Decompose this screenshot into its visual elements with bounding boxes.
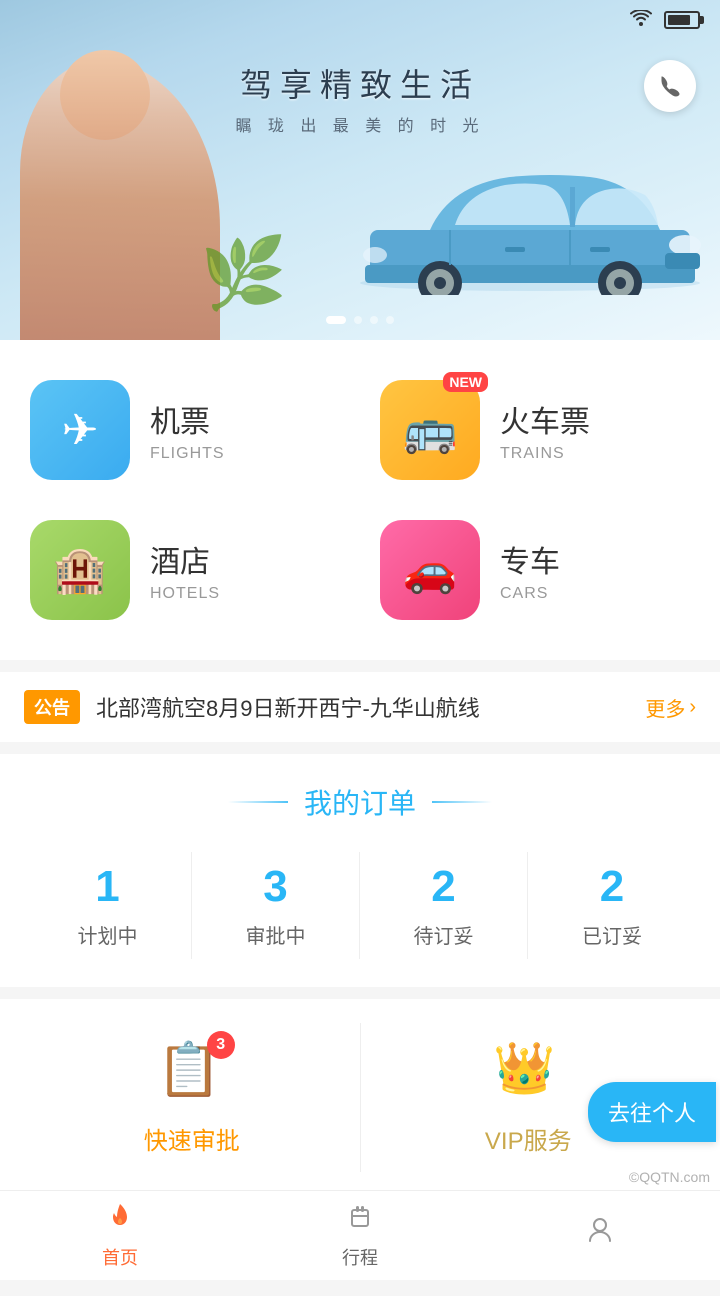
dot-4[interactable] (386, 316, 394, 324)
announcement-tag: 公告 (24, 690, 80, 724)
services-section: ✈ 机票 FLIGHTS 🚌 NEW 火车票 TRAINS 🏨 (0, 340, 720, 660)
quick-approval[interactable]: 📋 3 快速审批 (24, 1023, 360, 1172)
divider-right (432, 801, 492, 803)
hotels-label: 酒店 HOTELS (150, 537, 220, 603)
hero-text-area: 驾享精致生活 瞩 珑 出 最 美 的 时 光 (235, 60, 484, 136)
hero-title: 驾享精致生活 (235, 60, 484, 106)
order-planned-count: 1 (95, 862, 119, 912)
hotels-icon-wrap: 🏨 (30, 520, 130, 620)
service-cars[interactable]: 🚗 专车 CARS (370, 510, 700, 630)
flights-en: FLIGHTS (150, 445, 225, 463)
cars-icon-wrap: 🚗 (380, 520, 480, 620)
flights-cn: 机票 (150, 397, 225, 441)
service-hotels[interactable]: 🏨 酒店 HOTELS (20, 510, 350, 630)
dot-3[interactable] (370, 316, 378, 324)
trains-icon: 🚌 (403, 404, 458, 456)
quick-vip[interactable]: 👑 VIP服务 去往个人 (361, 1023, 697, 1172)
service-flights[interactable]: ✈ 机票 FLIGHTS (20, 370, 350, 490)
cars-icon: 🚗 (403, 544, 458, 596)
nav-home[interactable]: 首页 (0, 1191, 240, 1280)
approval-label: 快速审批 (144, 1121, 240, 1156)
flights-icon: ✈ (62, 405, 99, 456)
dot-1[interactable] (326, 316, 346, 324)
hero-subtitle: 瞩 珑 出 最 美 的 时 光 (235, 112, 484, 136)
hotels-cn: 酒店 (150, 537, 220, 581)
trips-icon (345, 1202, 375, 1240)
status-bar (0, 0, 720, 40)
order-pending-count: 2 (431, 862, 455, 912)
tree-decoration: 🌿 (200, 233, 287, 315)
order-booked-count: 2 (600, 862, 624, 912)
orders-grid: 1 计划中 3 审批中 2 待订妥 2 已订妥 (24, 852, 696, 959)
announcement-bar[interactable]: 公告 北部湾航空8月9日新开西宁-九华山航线 更多 › (0, 672, 720, 742)
section-header: 我的订单 (24, 782, 696, 822)
hotels-en: HOTELS (150, 585, 220, 603)
approval-icon-wrap: 📋 3 (157, 1039, 227, 1109)
divider-left (228, 801, 288, 803)
chevron-right-icon: › (689, 696, 696, 719)
hotels-icon: 🏨 (53, 544, 108, 596)
vip-crown-icon: 👑 (493, 1040, 555, 1096)
home-label: 首页 (102, 1244, 138, 1270)
watermark: ©QQTN.com (629, 1169, 710, 1185)
services-grid: ✈ 机票 FLIGHTS 🚌 NEW 火车票 TRAINS 🏨 (20, 370, 700, 630)
go-personal-button[interactable]: 去往个人 (588, 1082, 716, 1142)
phone-button[interactable] (644, 60, 696, 112)
announcement-more-btn[interactable]: 更多 › (645, 693, 696, 722)
order-approving-label: 审批中 (246, 920, 306, 949)
dot-2[interactable] (354, 316, 362, 324)
hero-banner: 🌿 (0, 0, 720, 340)
cars-cn: 专车 (500, 537, 560, 581)
service-trains[interactable]: 🚌 NEW 火车票 TRAINS (370, 370, 700, 490)
approval-badge: 3 (207, 1031, 235, 1059)
order-pending[interactable]: 2 待订妥 (360, 852, 528, 959)
home-icon (105, 1202, 135, 1240)
flights-label: 机票 FLIGHTS (150, 397, 225, 463)
battery-icon (664, 11, 700, 29)
order-approving-count: 3 (263, 862, 287, 912)
cars-en: CARS (500, 585, 560, 603)
car-illustration (350, 135, 710, 300)
nav-trips[interactable]: 行程 (240, 1191, 480, 1280)
order-planned[interactable]: 1 计划中 (24, 852, 192, 959)
orders-section: 我的订单 1 计划中 3 审批中 2 待订妥 2 已订妥 (0, 754, 720, 987)
nav-profile[interactable] (480, 1191, 720, 1280)
banner-dots (326, 316, 394, 324)
vip-label: VIP服务 (485, 1121, 572, 1156)
trains-cn: 火车票 (500, 397, 590, 441)
new-badge: NEW (443, 372, 488, 392)
flights-icon-wrap: ✈ (30, 380, 130, 480)
trips-label: 行程 (342, 1244, 378, 1270)
vip-icon-wrap: 👑 (493, 1039, 563, 1109)
bottom-nav: 首页 行程 (0, 1190, 720, 1280)
wifi-icon (630, 10, 652, 31)
quick-actions-section: 📋 3 快速审批 👑 VIP服务 去往个人 (0, 999, 720, 1196)
cars-label: 专车 CARS (500, 537, 560, 603)
trains-icon-wrap: 🚌 NEW (380, 380, 480, 480)
orders-title: 我的订单 (304, 782, 416, 822)
announcement-text: 北部湾航空8月9日新开西宁-九华山航线 (96, 691, 629, 723)
order-pending-label: 待订妥 (414, 920, 474, 949)
profile-icon (585, 1215, 615, 1253)
order-booked-label: 已订妥 (582, 920, 642, 949)
order-approving[interactable]: 3 审批中 (192, 852, 360, 959)
order-booked[interactable]: 2 已订妥 (528, 852, 696, 959)
order-planned-label: 计划中 (78, 920, 138, 949)
trains-label: 火车票 TRAINS (500, 397, 590, 463)
trains-en: TRAINS (500, 445, 590, 463)
